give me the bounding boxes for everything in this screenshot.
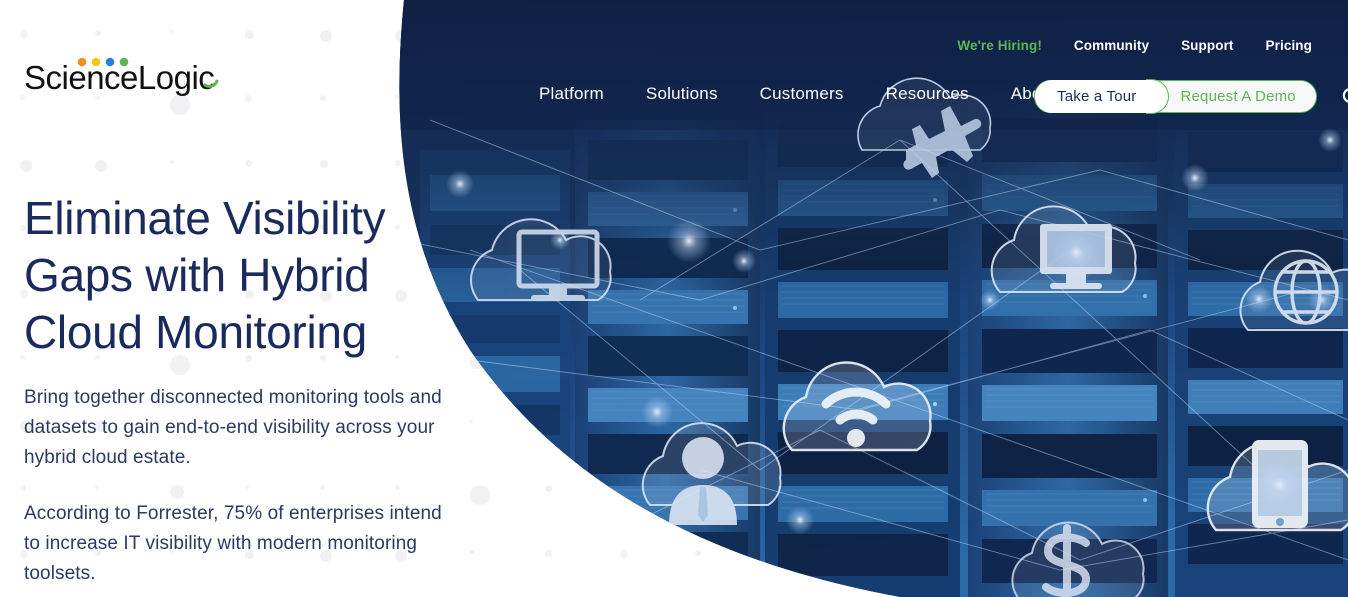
nav-item-platform[interactable]: Platform — [518, 84, 625, 104]
utility-nav-item-community[interactable]: Community — [1058, 38, 1165, 53]
utility-nav-item-support[interactable]: Support — [1165, 38, 1249, 53]
page-root: ScienceLogic We're Hiring! Community Sup… — [0, 0, 1348, 597]
page-title: Eliminate Visibility Gaps with Hybrid Cl… — [24, 192, 386, 358]
nav-item-solutions[interactable]: Solutions — [625, 84, 739, 104]
header-cta-group: Take a Tour Request A Demo — [1034, 78, 1348, 114]
nav-item-customers[interactable]: Customers — [739, 84, 865, 104]
sciencelogic-logo[interactable]: ScienceLogic — [24, 55, 224, 99]
utility-nav-item-pricing[interactable]: Pricing — [1250, 38, 1328, 53]
nav-item-resources[interactable]: Resources — [865, 84, 990, 104]
svg-text:ScienceLogic: ScienceLogic — [24, 59, 214, 96]
utility-nav: We're Hiring! Community Support Pricing — [941, 38, 1328, 53]
main-nav: Platform Solutions Customers Resources A… — [518, 84, 1077, 104]
hero-paragraph-2: According to Forrester, 75% of enterpris… — [24, 503, 442, 584]
take-a-tour-button[interactable]: Take a Tour — [1035, 78, 1171, 114]
hero-paragraph-1: Bring together disconnected monitoring t… — [24, 387, 442, 468]
site-header: ScienceLogic We're Hiring! Community Sup… — [0, 0, 1348, 130]
hero-copy: Eliminate Visibility Gaps with Hybrid Cl… — [24, 190, 444, 589]
search-icon[interactable] — [1339, 84, 1348, 110]
cta-pill: Take a Tour Request A Demo — [1034, 78, 1317, 114]
utility-nav-item-hiring[interactable]: We're Hiring! — [941, 38, 1058, 53]
request-a-demo-button[interactable]: Request A Demo — [1158, 80, 1315, 113]
